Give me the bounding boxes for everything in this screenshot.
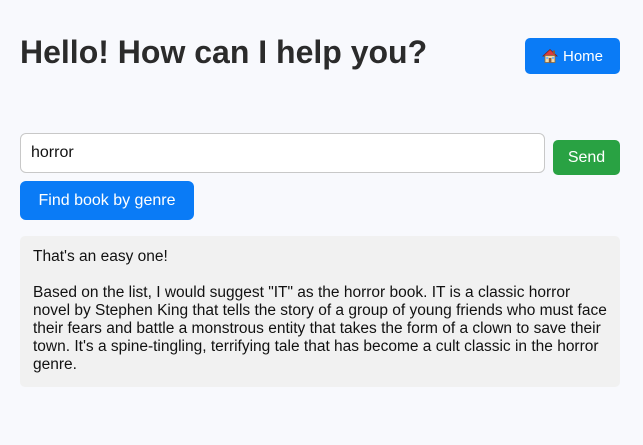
page-title: Hello! How can I help you? [20, 34, 428, 70]
query-input[interactable] [20, 133, 545, 173]
page-header: Hello! How can I help you? Home [20, 30, 620, 74]
send-button[interactable]: Send [553, 140, 620, 175]
house-icon [541, 48, 559, 64]
response-panel: That's an easy one! Based on the list, I… [20, 236, 620, 387]
response-body: Based on the list, I would suggest "IT" … [33, 284, 607, 373]
response-intro: That's an easy one! [33, 248, 168, 265]
find-book-by-genre-button[interactable]: Find book by genre [20, 181, 194, 220]
home-button-label: Home [562, 47, 603, 65]
home-button[interactable]: Home [525, 38, 620, 74]
query-row: Send [20, 133, 620, 175]
